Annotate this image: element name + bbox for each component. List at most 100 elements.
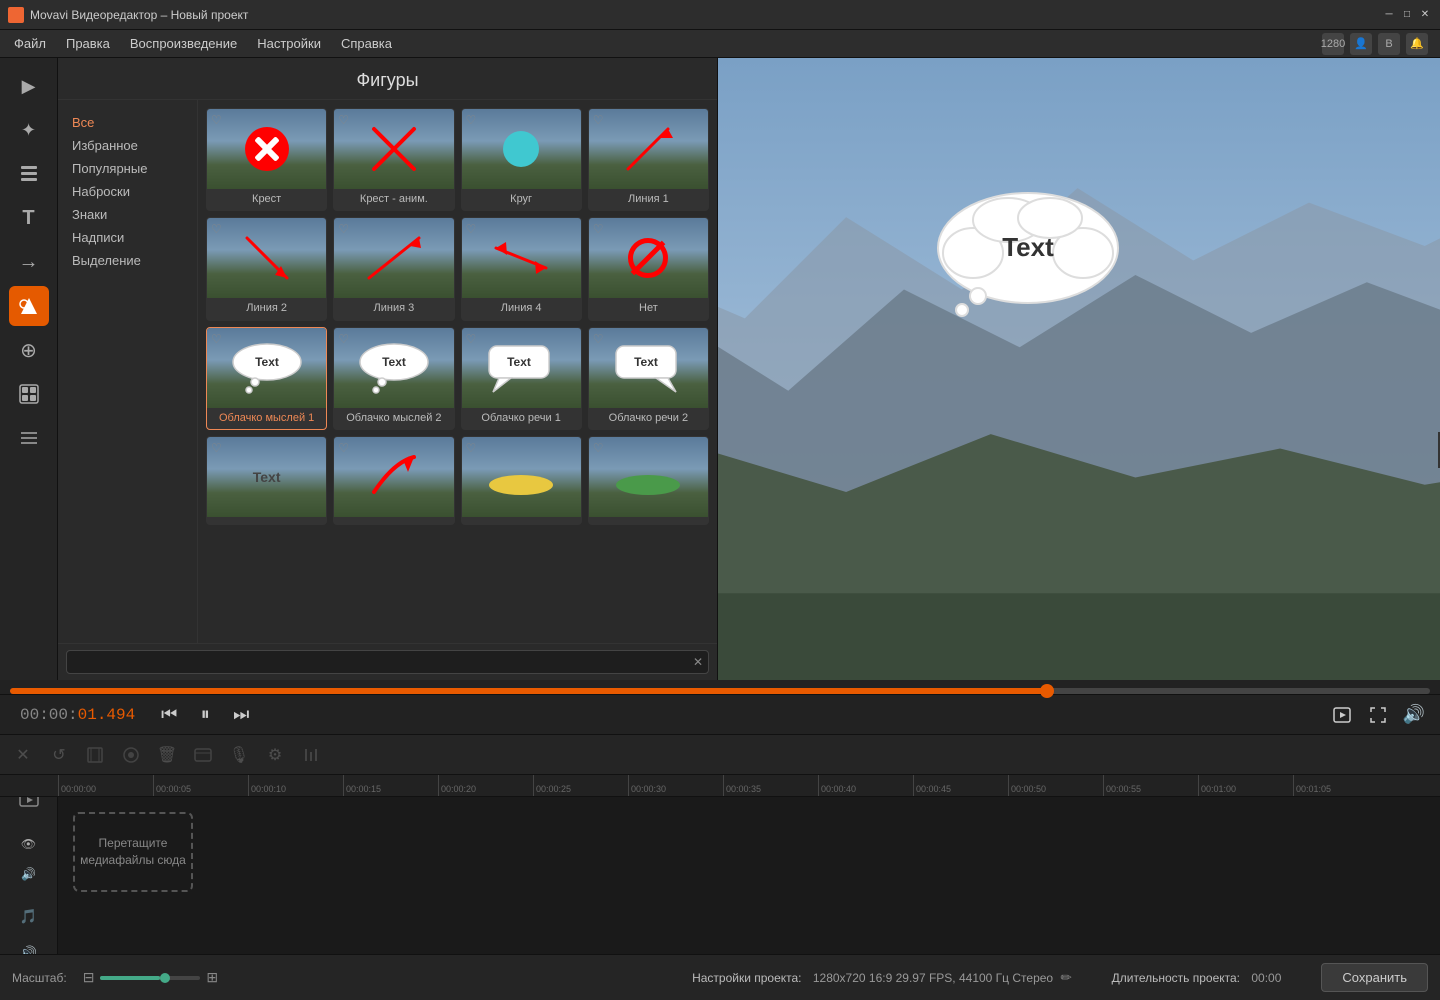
category-signs[interactable]: Знаки [66,204,189,225]
favorite-icon[interactable]: ♡ [338,222,349,236]
shape-green[interactable]: ♡ [588,436,709,525]
volume-button[interactable]: 🔊 [1398,699,1430,731]
menu-file[interactable]: Файл [4,32,56,55]
export-button[interactable] [1326,699,1358,731]
shapes-tool-button[interactable] [9,286,49,326]
shape-oval-yellow[interactable]: ♡ [461,436,582,525]
zoom-tool-button[interactable]: ⊕ [9,330,49,370]
shape-circle[interactable]: ♡ Круг [461,108,582,211]
brand-icon[interactable]: B [1378,33,1400,55]
save-button[interactable]: Сохранить [1321,963,1428,992]
favorite-icon[interactable]: ♡ [466,441,477,455]
cut-tool-button[interactable] [9,154,49,194]
media-drop-zone[interactable]: Перетащите медиафайлы сюда [73,812,193,892]
shape-speech2[interactable]: ♡ Text Облачко речи 2 [588,327,709,430]
favorite-icon[interactable]: ♡ [593,332,604,346]
filter-tool-button[interactable] [9,374,49,414]
track-audio-button[interactable]: 🔊 [14,860,44,888]
favorite-icon[interactable]: ♡ [593,441,604,455]
shape-cross-anim[interactable]: ♡ Крест - аним. [333,108,454,211]
favorite-icon[interactable]: ♡ [466,222,477,236]
ruler-mark-0: 00:00:00 [58,775,153,796]
search-clear-button[interactable]: ✕ [693,655,703,669]
shape-line4[interactable]: ♡ Линия 4 [461,217,582,320]
favorite-icon[interactable]: ♡ [338,113,349,127]
favorite-icon[interactable]: ♡ [211,441,222,455]
category-captions[interactable]: Надписи [66,227,189,248]
effects-tool-button[interactable]: ✦ [9,110,49,150]
shape-line3[interactable]: ♡ Линия 3 [333,217,454,320]
timeline-adjust-button[interactable] [116,741,146,769]
shape-speech1[interactable]: ♡ Text Облачко речи 1 [461,327,582,430]
category-popular[interactable]: Популярные [66,158,189,179]
user-icon[interactable]: 👤 [1350,33,1372,55]
shape-line2[interactable]: ♡ Линия 2 [206,217,327,320]
favorite-icon[interactable]: ♡ [466,113,477,127]
favorite-icon[interactable]: ♡ [593,113,604,127]
timeline-track-controls: 👁 🔊 🎵 🔊 [0,797,58,954]
favorite-icon[interactable]: ♡ [466,332,477,346]
shape-thought1-thumb: ♡ Text [207,328,326,408]
favorite-icon[interactable]: ♡ [338,332,349,346]
menu-help[interactable]: Справка [331,32,402,55]
timeline-crop-button[interactable] [80,741,110,769]
shape-thought1[interactable]: ♡ Text Облачко мыслей 1 [206,327,327,430]
shape-text-plain[interactable]: ♡ Text [206,436,327,525]
timeline-cut-button[interactable]: ✕ [8,741,38,769]
video-tool-button[interactable]: ▶ [9,66,49,106]
progress-track[interactable] [10,688,1430,694]
shape-cross-thumb: ♡ [207,109,326,189]
shape-cross[interactable]: ♡ Крест [206,108,327,211]
scale-decrease-button[interactable]: ⊟ [83,969,95,986]
transition-tool-button[interactable]: → [9,242,49,282]
timeline-delete-button[interactable]: 🗑 [152,741,182,769]
timeline-media-button[interactable] [188,741,218,769]
favorite-icon[interactable]: ♡ [593,222,604,236]
timeline-settings-button[interactable]: ⚙ [260,741,290,769]
fullscreen-button[interactable] [1362,699,1394,731]
favorite-icon[interactable]: ♡ [338,441,349,455]
notification-icon[interactable]: 🔔 [1406,33,1428,55]
shapes-grid-area[interactable]: ♡ Крест ♡ [198,100,717,643]
shape-arc-label [334,517,453,524]
timeline-eq-button[interactable] [296,741,326,769]
category-selection[interactable]: Выделение [66,250,189,271]
shape-thought2[interactable]: ♡ Text Облачко мыслей 2 [333,327,454,430]
menu-playback[interactable]: Воспроизведение [120,32,247,55]
favorite-icon[interactable]: ♡ [211,332,222,346]
text-tool-button[interactable]: T [9,198,49,238]
scale-track[interactable] [100,976,200,980]
category-favorites[interactable]: Избранное [66,135,189,156]
pause-button[interactable]: ⏸ [189,699,221,731]
category-all[interactable]: Все [66,112,189,133]
resolution-icon[interactable]: 1280 [1322,33,1344,55]
favorite-icon[interactable]: ♡ [211,113,222,127]
menu-settings[interactable]: Настройки [247,32,331,55]
timeline-voiceover-button[interactable]: 🎙 [224,741,254,769]
skip-forward-button[interactable]: ⏭ [225,699,257,731]
shape-line1[interactable]: ♡ Линия 1 [588,108,709,211]
timeline-undo-button[interactable]: ↺ [44,741,74,769]
minimize-button[interactable]: ─ [1382,8,1396,22]
panel-sidebar: Все Избранное Популярные Наброски Знаки … [58,100,198,643]
scale-thumb[interactable] [160,973,170,983]
skip-back-button[interactable]: ⏮ [153,699,185,731]
maximize-button[interactable]: □ [1400,8,1414,22]
shape-no[interactable]: ♡ Нет [588,217,709,320]
edit-project-settings-button[interactable]: ✏ [1060,970,1071,986]
scale-increase-button[interactable]: ⊞ [206,969,218,986]
window-title: Movavi Видеоредактор – Новый проект [30,8,1382,22]
menu-edit[interactable]: Правка [56,32,120,55]
search-input[interactable] [66,650,709,674]
search-wrapper: ✕ [66,650,709,674]
track-eye-button[interactable]: 👁 [14,830,44,858]
close-button[interactable]: ✕ [1418,8,1432,22]
shape-arc[interactable]: ♡ [333,436,454,525]
audio-tool-button[interactable] [9,418,49,458]
category-sketches[interactable]: Наброски [66,181,189,202]
progress-thumb[interactable] [1040,684,1054,698]
shape-cross-anim-label: Крест - аним. [334,189,453,210]
title-bar: Movavi Видеоредактор – Новый проект ─ □ … [0,0,1440,30]
favorite-icon[interactable]: ♡ [211,222,222,236]
timeline-tracks[interactable]: Перетащите медиафайлы сюда [58,797,1440,954]
